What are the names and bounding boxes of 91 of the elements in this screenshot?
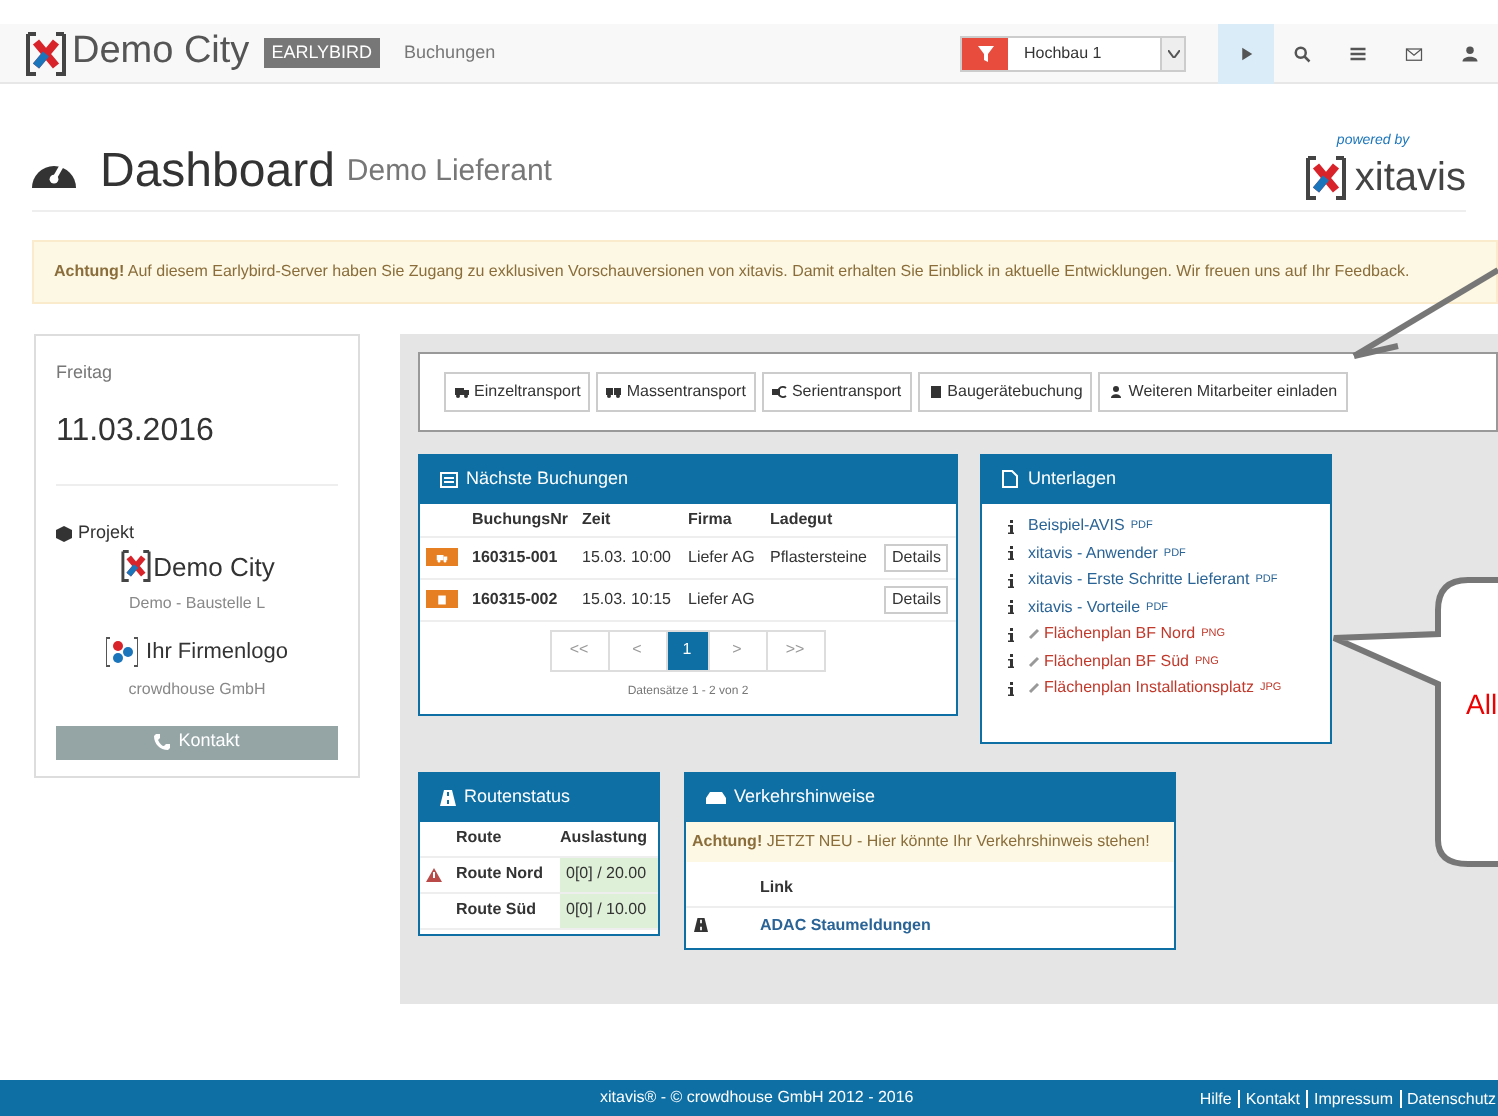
project-site: Demo - Baustelle L — [126, 592, 268, 616]
brand-logo-icon — [24, 31, 68, 75]
info-icon — [1008, 681, 1014, 696]
project-name: Demo City — [153, 549, 275, 586]
panel-title: Verkehrshinweise — [734, 783, 876, 810]
document-link[interactable]: xitavis - Vorteile — [1028, 595, 1141, 620]
company-logo-icon — [106, 636, 139, 669]
list-icon — [1348, 43, 1368, 63]
road-icon — [440, 789, 456, 805]
document-link[interactable]: Beispiel-AVIS — [1028, 514, 1125, 539]
date-label: 11.03.2016 — [56, 408, 338, 486]
page-title: Dashboard — [100, 141, 335, 201]
repeat-icon — [771, 383, 788, 399]
column-header: Zeit — [582, 507, 613, 531]
play-icon — [1236, 43, 1256, 63]
xitavis-logo-icon — [1304, 155, 1349, 199]
column-header: Auslastung — [560, 826, 648, 850]
booking-number: 160315-001 — [472, 545, 560, 569]
column-header: Route — [454, 826, 504, 850]
trucks-icon — [606, 383, 623, 399]
user-icon — [1460, 43, 1480, 63]
phone-icon — [154, 734, 171, 750]
document-link[interactable]: Flächenplan BF Nord — [1044, 622, 1196, 647]
booking-time: 15.03. 10:15 — [582, 587, 673, 611]
booking-number: 160315-002 — [472, 587, 560, 611]
weekday-label: Freitag — [56, 359, 115, 386]
info-icon — [1008, 546, 1014, 561]
action-button[interactable]: Massentransport — [596, 371, 756, 411]
route-name: Route Nord — [456, 862, 546, 886]
earlybird-alert: Achtung! Auf diesem Earlybird-Server haben Sie Zugang zu exklusiven Vorschauversionen von xitavis. Damit erhalten Sie Einblick in aktuelle Entwicklungen. Wir freuen uns auf Ihr Feedback. — [32, 239, 1498, 303]
panel-title: Unterlagen — [1028, 465, 1117, 492]
action-button[interactable]: Baugerätebuchung — [917, 371, 1093, 411]
company-name: crowdhouse GmbH — [126, 677, 268, 701]
car-icon — [706, 789, 726, 805]
column-header: Firma — [688, 507, 734, 531]
filter-icon — [977, 45, 993, 61]
footer-link[interactable]: Hilfe — [1199, 1089, 1232, 1107]
info-icon — [1008, 600, 1014, 615]
search-icon — [1292, 43, 1312, 63]
project-label: Projekt — [78, 520, 135, 546]
dropdown-caret-icon — [1167, 49, 1179, 57]
booking-company: Liefer AG — [688, 587, 757, 611]
info-icon — [1008, 519, 1014, 534]
footer-link[interactable]: Impressum — [1305, 1089, 1394, 1107]
action-button[interactable]: Serientransport — [761, 371, 912, 411]
truck-icon — [454, 383, 470, 399]
company-logo-text: Ihr Firmenlogo — [146, 638, 288, 668]
column-header: Link — [760, 875, 793, 899]
truck-icon — [436, 551, 448, 563]
traffic-alert: Achtung! JETZT NEU - Hier könnte Ihr Verkehrshinweis stehen! — [686, 821, 1174, 861]
xitavis-logo-text: xitavis — [1354, 153, 1466, 201]
page-subtitle: Demo Lieferant — [346, 152, 552, 192]
action-button[interactable]: Weiteren Mitarbeiter einladen — [1098, 371, 1348, 411]
document-link[interactable]: xitavis - Erste Schritte Lieferant — [1028, 568, 1250, 593]
route-load: 0[0] / 20.00 — [560, 857, 658, 891]
document-icon — [1002, 470, 1018, 488]
column-header: Ladegut — [770, 507, 835, 531]
mail-icon — [1404, 43, 1424, 63]
brand-name[interactable]: Demo City — [72, 24, 250, 82]
earlybird-badge: EARLYBIRD — [263, 37, 381, 69]
document-link[interactable]: Flächenplan Installationsplatz — [1044, 676, 1254, 701]
action-button[interactable]: Einzeltransport — [444, 371, 591, 411]
info-icon — [1008, 573, 1014, 588]
info-icon — [1008, 627, 1014, 642]
footer-link[interactable]: Kontakt — [1237, 1089, 1300, 1107]
route-name: Route Süd — [456, 898, 538, 922]
cube-icon — [56, 525, 72, 542]
nav-link[interactable]: Buchungen — [404, 39, 496, 67]
column-header: BuchungsNr — [472, 507, 570, 531]
details-button[interactable]: Details — [884, 585, 949, 613]
booking-time: 15.03. 10:00 — [582, 545, 673, 569]
page-button[interactable]: 1 — [665, 629, 709, 671]
booking-company: Liefer AG — [688, 545, 757, 569]
project-select[interactable]: Hochbau 1 — [960, 35, 1186, 71]
copyright-text: xitavis® - © crowdhouse GmbH 2012 - 2016 — [600, 1086, 914, 1110]
document-link[interactable]: xitavis - Anwender — [1028, 541, 1158, 566]
callout-text: All — [1466, 686, 1498, 724]
route-load: 0[0] / 10.00 — [560, 893, 658, 927]
road-icon — [694, 918, 708, 932]
panel-title: Routenstatus — [464, 783, 571, 810]
panel-title: Nächste Buchungen — [466, 465, 629, 492]
dashboard-gauge-icon — [32, 165, 76, 187]
booking-cargo: Pflastersteine — [770, 545, 869, 569]
details-button[interactable]: Details — [884, 543, 949, 571]
document-link[interactable]: Flächenplan BF Süd — [1044, 649, 1189, 674]
project-logo-icon — [119, 550, 152, 583]
info-icon — [1008, 654, 1014, 669]
traffic-link[interactable]: ADAC Staumeldungen — [760, 913, 931, 937]
footer-link[interactable]: Datenschutz — [1399, 1089, 1496, 1107]
user-icon — [1108, 383, 1125, 399]
list-icon — [440, 471, 458, 487]
